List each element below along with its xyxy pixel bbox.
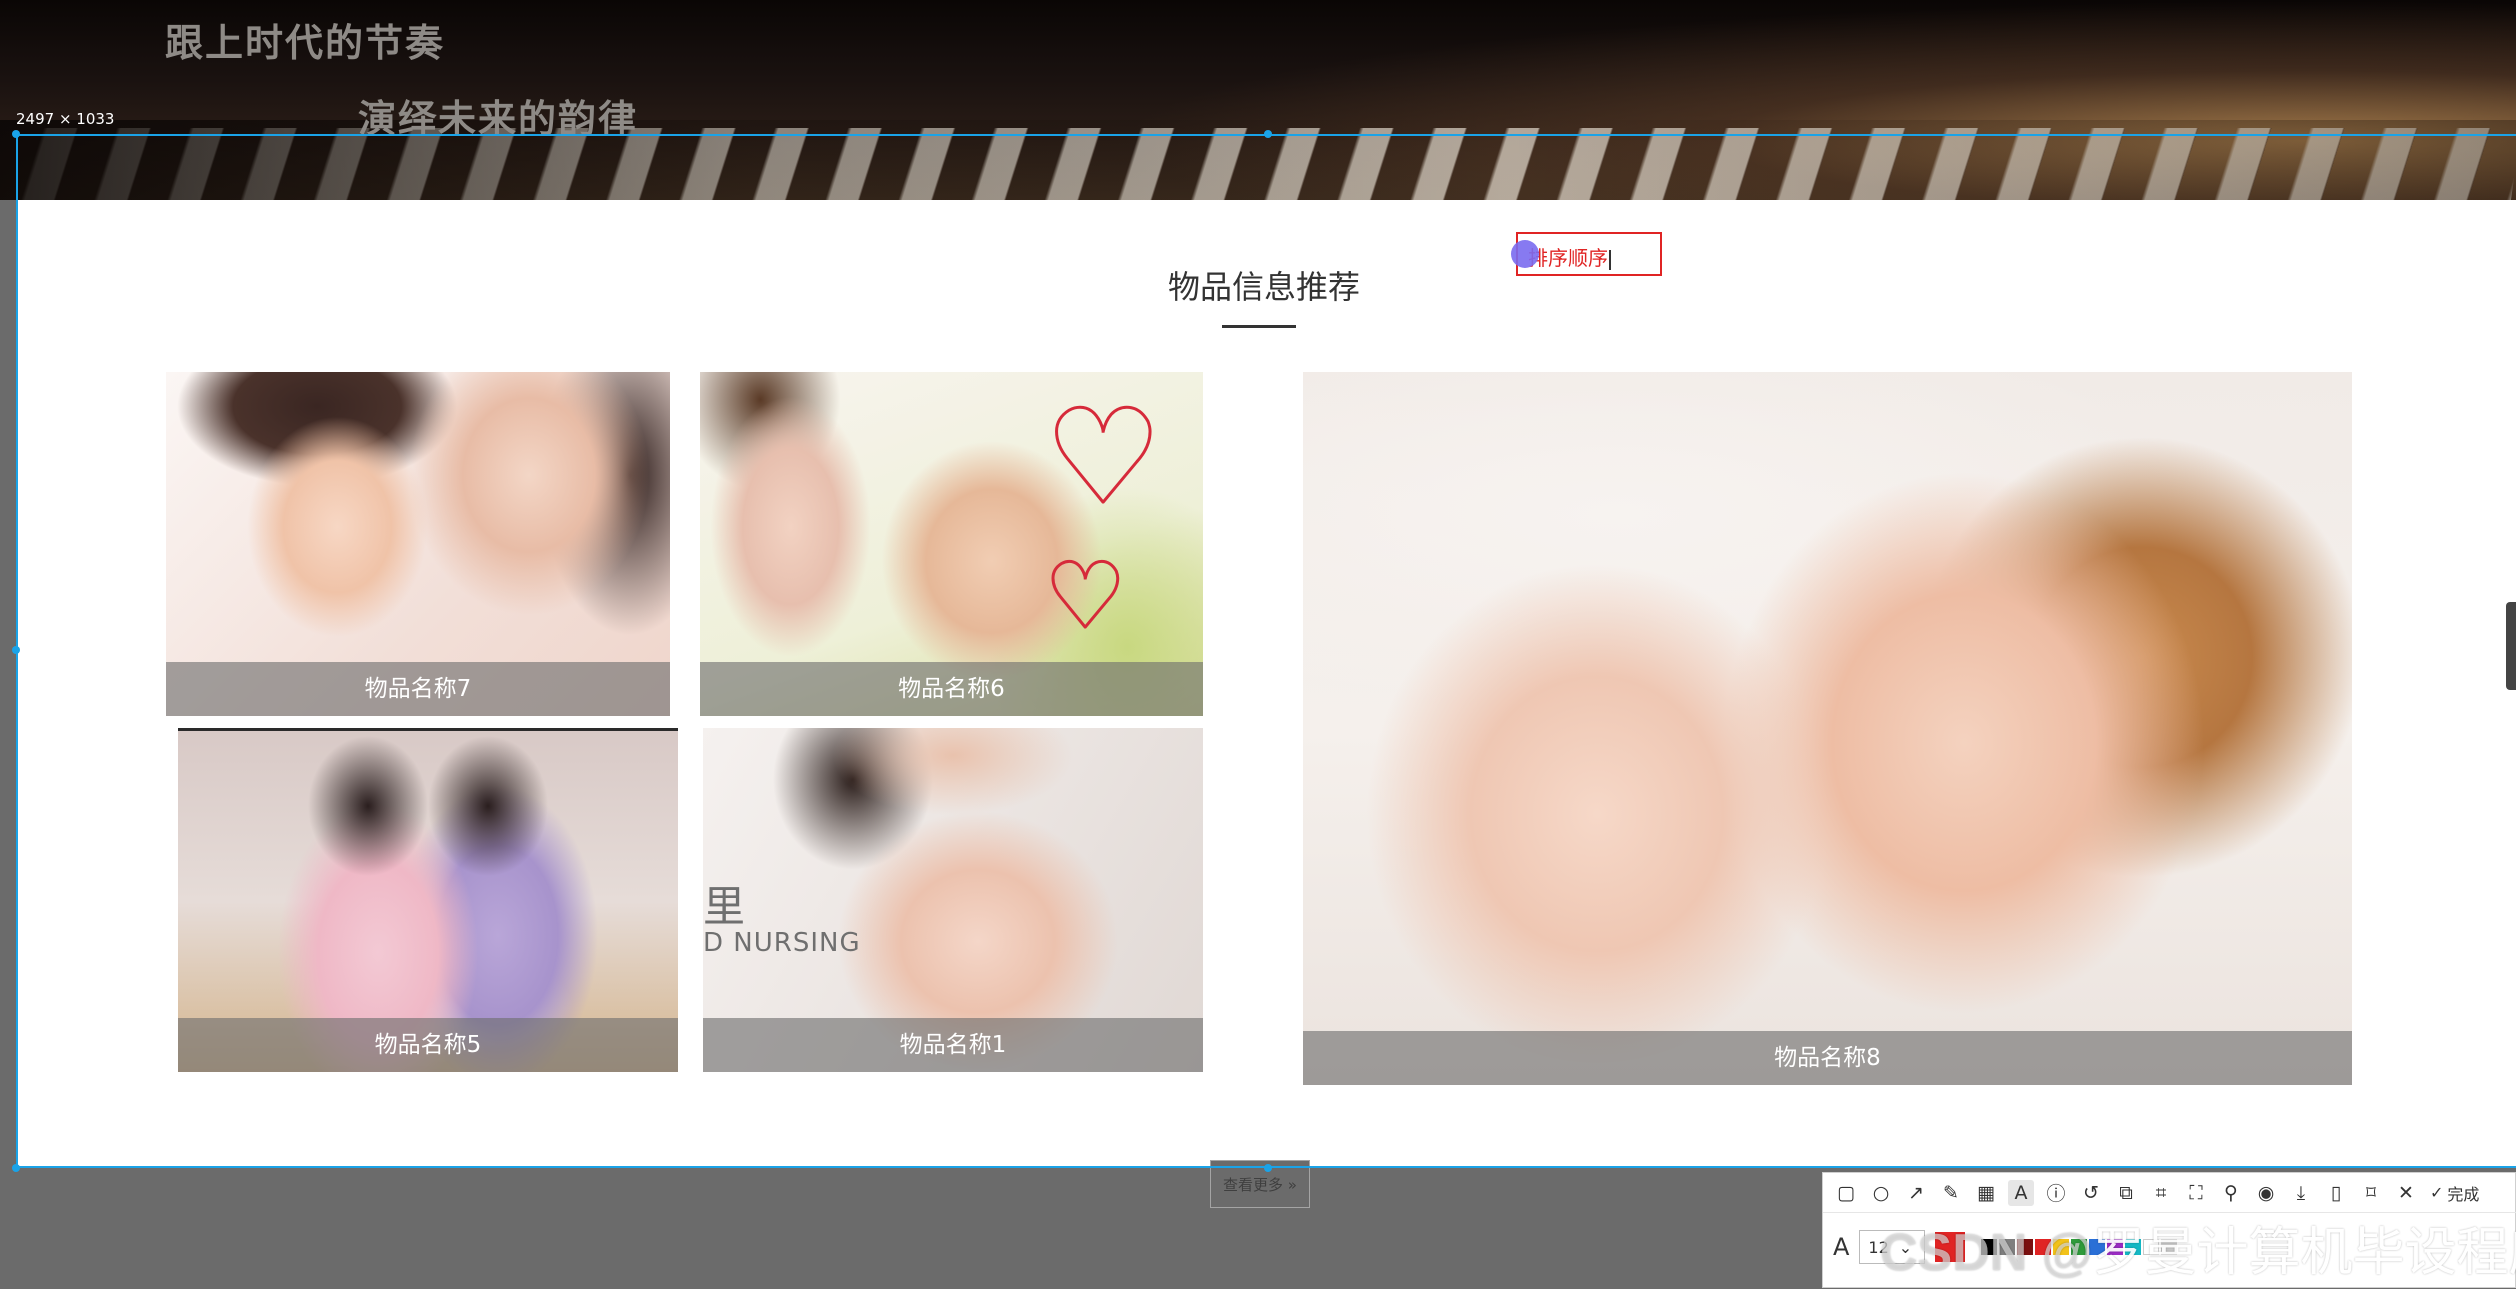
translate-icon[interactable]: ⌗ — [2148, 1180, 2174, 1206]
watermark: CSDN @罗曼计算机毕设程序 — [1880, 1210, 2516, 1285]
item-card-label: 物品名称7 — [166, 662, 670, 716]
cursor-dot-icon — [1511, 240, 1539, 268]
rectangle-icon[interactable]: ▢ — [1833, 1180, 1859, 1206]
font-icon: A — [1833, 1233, 1850, 1261]
close-icon[interactable]: ✕ — [2393, 1180, 2419, 1206]
pencil-icon[interactable]: ✎ — [1938, 1180, 1964, 1206]
toolbar-tools-row: ▢ ○ ↗ ✎ ▦ A ⓘ ↺ ⧉ ⌗ ⛶ ⚲ ◉ ⤓ ▯ ⌑ ✕ ✓ 完成 — [1823, 1173, 2516, 1213]
ellipse-icon[interactable]: ○ — [1868, 1180, 1894, 1206]
selection-handle[interactable] — [1264, 1164, 1272, 1172]
side-float-tab[interactable] — [2506, 602, 2516, 690]
item-card-1[interactable]: 里 D NURSING 物品名称1 — [703, 728, 1203, 1072]
text-icon[interactable]: A — [2008, 1179, 2034, 1206]
title-underline — [1222, 325, 1296, 328]
view-more-button[interactable]: 查看更多 » — [1210, 1160, 1310, 1208]
item-card-5[interactable]: 物品名称5 — [178, 728, 678, 1072]
done-button[interactable]: ✓ 完成 — [2430, 1181, 2479, 1205]
selection-handle[interactable] — [1264, 130, 1272, 138]
selection-handle[interactable] — [12, 1164, 20, 1172]
text-caret — [1609, 249, 1611, 270]
hero-banner: 跟上时代的节奏 演绎未来的韵律 — [0, 0, 2516, 200]
item-card-7[interactable]: 物品名称7 — [166, 372, 670, 716]
hero-slogan-line2: 演绎未来的韵律 — [358, 96, 639, 141]
watermark-text: 罗曼计算机毕设程序 — [2092, 1223, 2516, 1283]
heart-icon: ♥ — [1044, 544, 1128, 649]
item-card-label: 物品名称8 — [1303, 1031, 2352, 1085]
item-card-8[interactable]: 物品名称8 — [1303, 372, 2352, 1085]
scroll-capture-icon[interactable]: ⛶ — [2183, 1180, 2209, 1206]
item-card-label: 物品名称5 — [178, 1018, 678, 1072]
selection-handle[interactable] — [12, 646, 20, 654]
record-icon[interactable]: ◉ — [2253, 1180, 2279, 1206]
item-card-6[interactable]: ♥ ♥ 物品名称6 — [700, 372, 1203, 716]
undo-icon[interactable]: ↺ — [2078, 1180, 2104, 1206]
item-card-label: 物品名称6 — [700, 662, 1203, 716]
copy-icon[interactable]: ▯ — [2323, 1180, 2349, 1206]
done-label: 完成 — [2447, 1184, 2480, 1204]
section-title: 物品信息推荐 — [1168, 268, 1361, 306]
check-icon: ✓ — [2430, 1183, 2444, 1202]
mosaic-icon[interactable]: ▦ — [1973, 1180, 1999, 1206]
photo-text-nursing: D NURSING — [703, 928, 861, 958]
number-marker-icon[interactable]: ⓘ — [2043, 1180, 2069, 1206]
selection-size-label: 2497 × 1033 — [16, 110, 115, 128]
text-annotation-value: 排序顺序 — [1528, 246, 1608, 270]
watermark-prefix: CSDN @ — [1880, 1224, 2093, 1282]
bookmark-icon[interactable]: ⌑ — [2358, 1180, 2384, 1206]
selection-handle[interactable] — [12, 130, 20, 138]
heart-icon: ♥ — [1044, 381, 1164, 533]
hero-slogan-line1: 跟上时代的节奏 — [165, 20, 446, 65]
pin-icon[interactable]: ⚲ — [2218, 1180, 2244, 1206]
item-card-label: 物品名称1 — [703, 1018, 1203, 1072]
ocr-icon[interactable]: ⧉ — [2113, 1180, 2139, 1206]
download-icon[interactable]: ⤓ — [2288, 1180, 2314, 1206]
photo-text-char: 里 — [703, 882, 746, 931]
arrow-icon[interactable]: ↗ — [1903, 1180, 1929, 1206]
